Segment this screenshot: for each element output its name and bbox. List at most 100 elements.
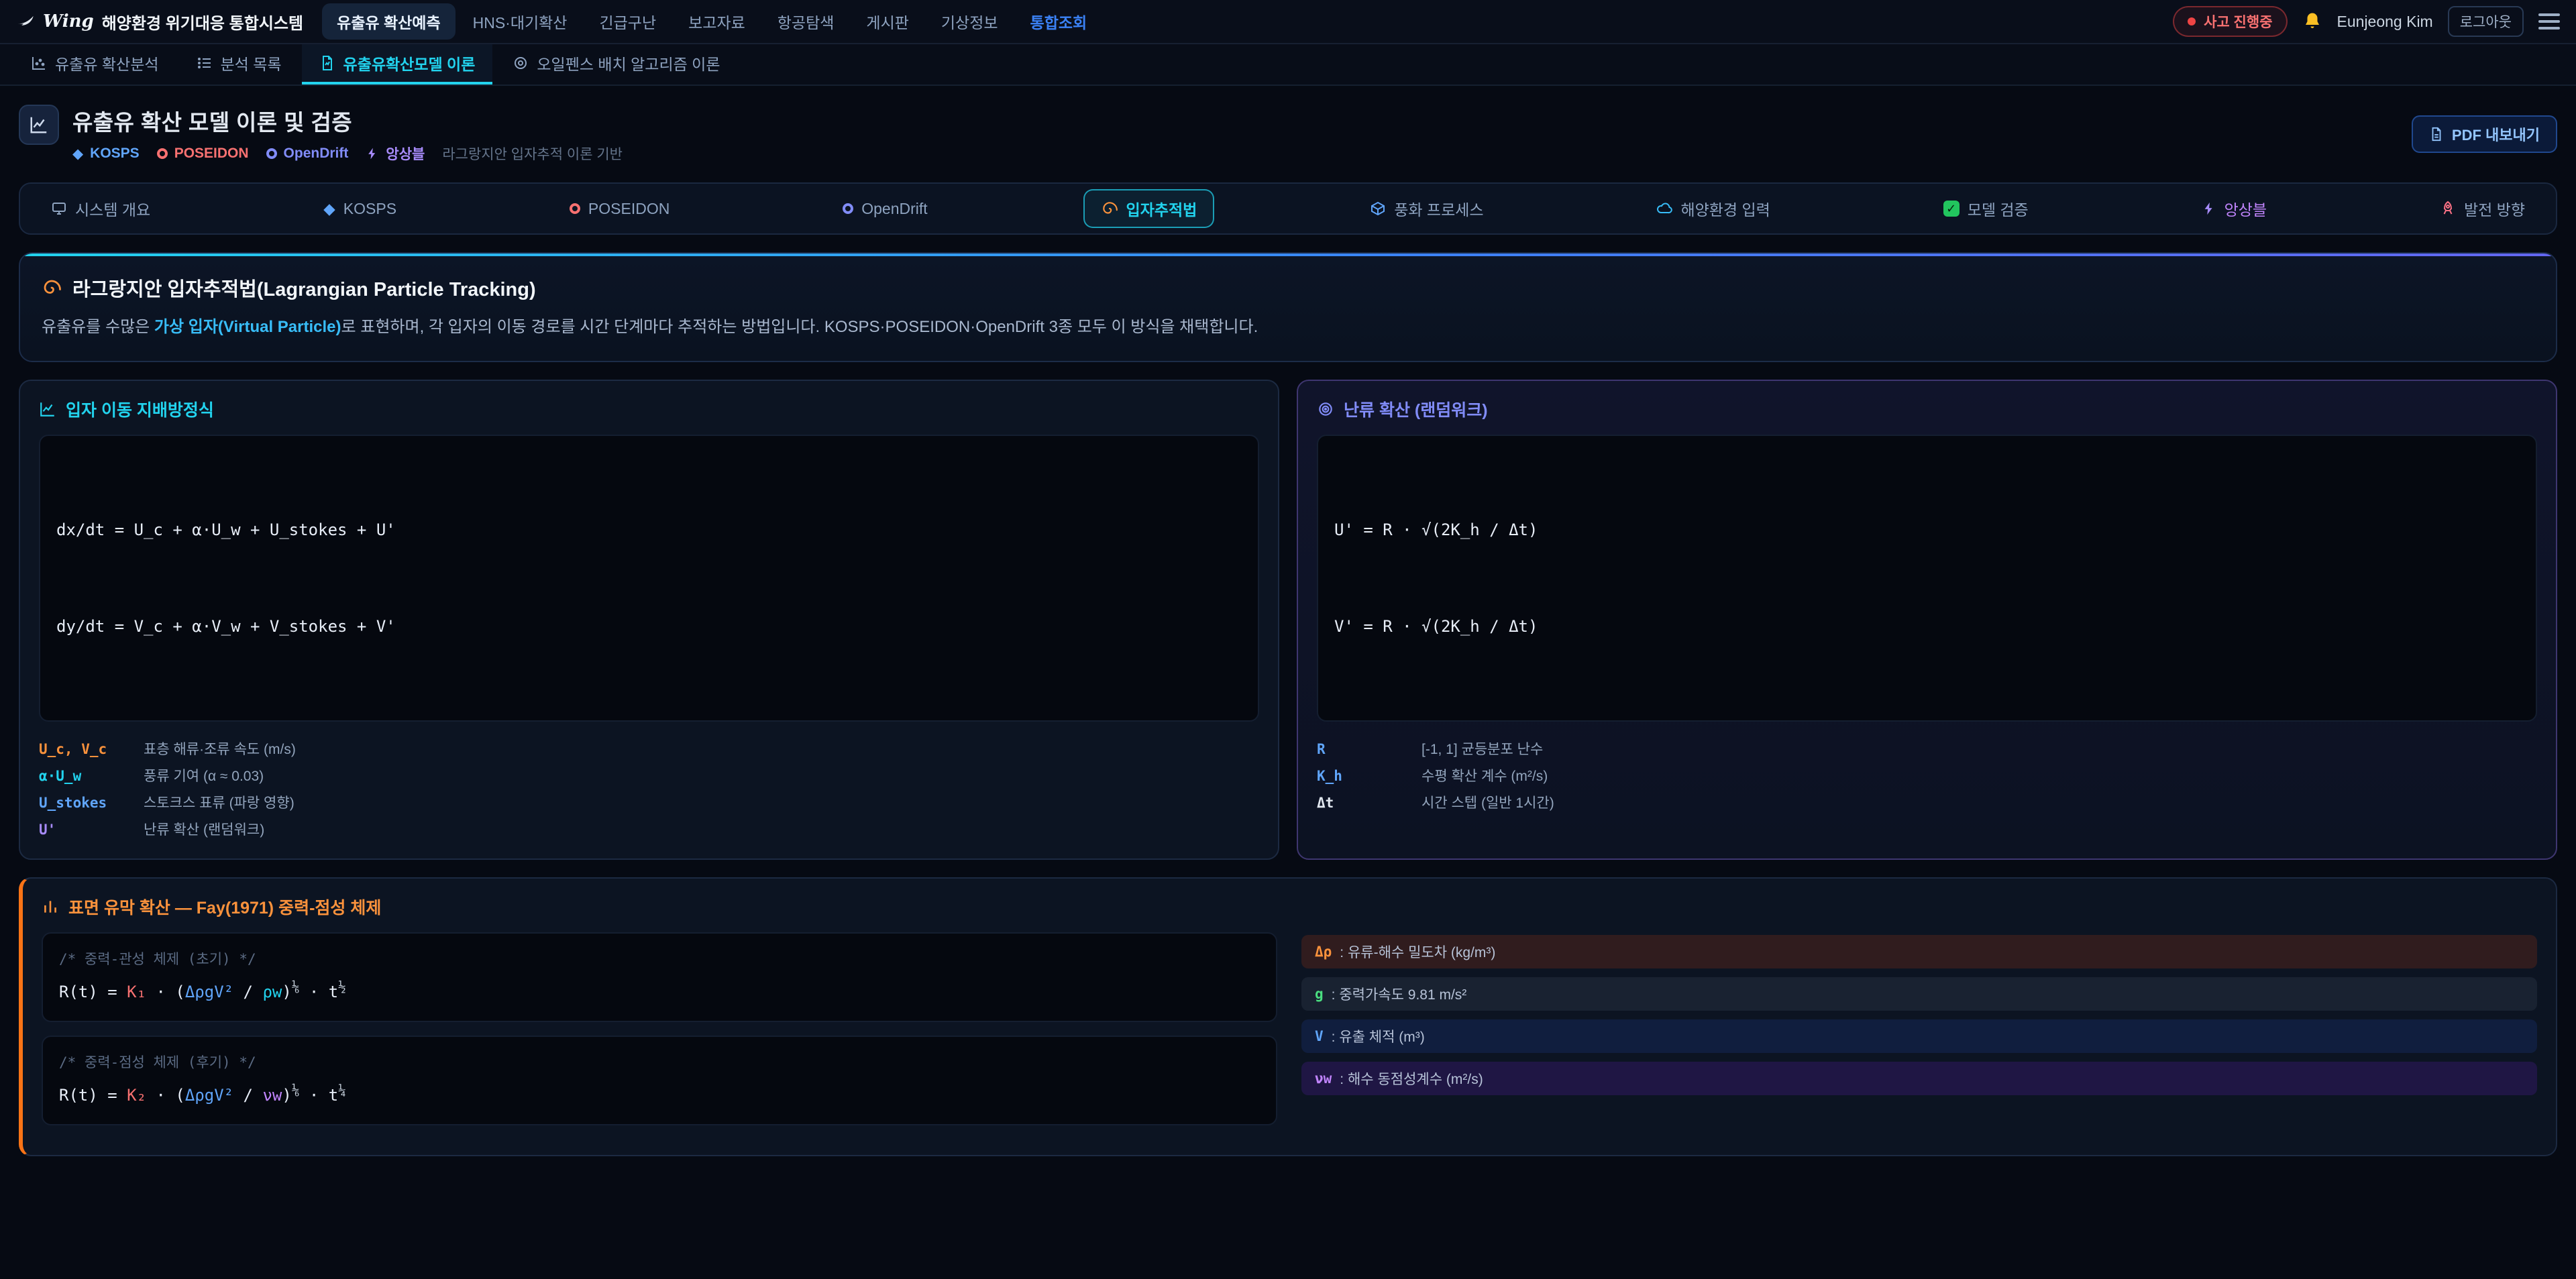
target-icon	[1317, 400, 1334, 418]
tab-label: 분석 목록	[221, 52, 282, 74]
legend-row: R [-1, 1] 균등분포 난수	[1317, 735, 2537, 762]
badge-opendrift: OpenDrift	[266, 146, 349, 162]
fay-formulas: /* 중력-관성 체제 (초기) */R(t) = K₁ · (ΔρgV² / …	[42, 932, 1277, 1139]
fay-code-block-viscous: /* 중력-점성 체제 (후기) */R(t) = K₂ · (ΔρgV² / …	[42, 1036, 1277, 1125]
ring-icon	[157, 148, 168, 159]
monitor-icon	[51, 201, 67, 217]
section-nav-model-validation[interactable]: 모델 검증	[1926, 189, 2046, 228]
tab-spill-analysis[interactable]: 유출유 확산분석	[13, 44, 176, 85]
badge-ensemble: 앙상블	[366, 144, 425, 164]
badge-poseidon: POSEIDON	[157, 146, 249, 162]
scatter-chart-icon	[31, 55, 47, 71]
legend-term: K_h	[1317, 768, 1405, 784]
app-logo[interactable]: Wing 해양환경 위기대응 통합시스템	[16, 10, 303, 34]
legend-term: U'	[39, 822, 127, 838]
code-comment: /* 중력-점성 체제 (후기) */	[59, 1050, 1260, 1076]
model-badge-row: KOSPS POSEIDON OpenDrift 앙상블 라그랑지안 입자추적 …	[72, 144, 623, 164]
badge-kosps: KOSPS	[72, 146, 140, 162]
legend-row: K_h 수평 확산 계수 (m²/s)	[1317, 762, 2537, 789]
code-line: dy/dt = V_c + α·V_w + V_stokes + V'	[56, 610, 1242, 643]
virtual-particle-highlight: 가상 입자(Virtual Particle)	[154, 318, 341, 336]
code-line: U' = R · √(2K_h / Δt)	[1334, 514, 2520, 546]
tab-oil-fence-algorithm-theory[interactable]: 오일펜스 배치 알고리즘 이론	[495, 44, 737, 85]
section-nav-future-direction[interactable]: 발전 방향	[2422, 189, 2542, 228]
random-walk-legend: R [-1, 1] 균등분포 난수 K_h 수평 확산 계수 (m²/s) Δt…	[1317, 735, 2537, 816]
main-nav: 유출유 확산예측 HNS·대기확산 긴급구난 보고자료 항공탐색 게시판 기상정…	[322, 3, 1102, 40]
check-icon	[1943, 201, 1960, 217]
legend-term: Δρ	[1315, 944, 1332, 960]
legend-term: Δt	[1317, 795, 1405, 811]
legend-desc: : 유류-해수 밀도차 (kg/m³)	[1340, 942, 1495, 962]
incident-status-label: 사고 진행중	[2204, 11, 2272, 32]
swirl-icon	[1101, 200, 1118, 217]
logo-text: 해양환경 위기대응 통합시스템	[102, 10, 303, 34]
random-walk-card: 난류 확산 (랜덤워크) U' = R · √(2K_h / Δt) V' = …	[1297, 380, 2557, 860]
fay-legend-row: Δρ : 유류-해수 밀도차 (kg/m³)	[1301, 935, 2537, 968]
legend-row: U' 난류 확산 (랜덤워크)	[39, 816, 1259, 842]
ring-icon	[266, 148, 277, 159]
nav-item-emergency-rescue[interactable]: 긴급구난	[584, 3, 671, 40]
section-nav-ocean-environment-input[interactable]: 해양환경 입력	[1639, 189, 1787, 228]
nav-item-integrated-search[interactable]: 통합조회	[1016, 3, 1102, 40]
nav-item-reports[interactable]: 보고자료	[674, 3, 760, 40]
nav-item-hns-atmospheric[interactable]: HNS·대기확산	[458, 3, 582, 40]
section-nav-ensemble[interactable]: 앙상블	[2184, 189, 2284, 228]
pdf-file-icon	[2429, 126, 2444, 142]
pdf-export-button[interactable]: PDF 내보내기	[2412, 115, 2557, 153]
section-nav-poseidon[interactable]: POSEIDON	[552, 192, 687, 226]
sub-tab-bar: 유출유 확산분석 분석 목록 유출유확산모델 이론 오일펜스 배치 알고리즘 이…	[0, 44, 2576, 86]
tab-diffusion-model-theory[interactable]: 유출유확산모델 이론	[302, 44, 493, 85]
swirl-icon	[42, 278, 62, 298]
fay-legend: Δρ : 유류-해수 밀도차 (kg/m³) g : 중력가속도 9.81 m/…	[1301, 932, 2537, 1139]
legend-row: U_stokes 스토크스 표류 (파랑 영향)	[39, 789, 1259, 816]
fay-code-block-inertia: /* 중력-관성 체제 (초기) */R(t) = K₁ · (ΔρgV² / …	[42, 932, 1277, 1022]
section-nav-system-overview[interactable]: 시스템 개요	[34, 189, 168, 228]
rocket-icon	[2440, 201, 2456, 217]
section-nav-kosps[interactable]: KOSPS	[306, 192, 414, 226]
header-caption: 라그랑지안 입자추적 이론 기반	[442, 144, 623, 164]
ring-icon	[570, 203, 580, 214]
incident-status-badge[interactable]: 사고 진행중	[2173, 6, 2287, 37]
hamburger-menu-icon[interactable]	[2538, 13, 2560, 30]
model-doc-icon	[319, 55, 335, 71]
legend-row: U_c, V_c 표층 해류·조류 속도 (m/s)	[39, 735, 1259, 762]
bar-chart-icon	[42, 898, 59, 915]
nav-item-oil-spill-prediction[interactable]: 유출유 확산예측	[322, 3, 455, 40]
legend-term: R	[1317, 741, 1405, 757]
intro-title: 라그랑지안 입자추적법(Lagrangian Particle Tracking…	[72, 274, 536, 302]
page-icon-tile	[19, 105, 59, 145]
fay-legend-row: g : 중력가속도 9.81 m/s²	[1301, 977, 2537, 1011]
legend-term: V	[1315, 1028, 1324, 1044]
governing-code-block: dx/dt = U_c + α·U_w + U_stokes + U' dy/d…	[39, 435, 1259, 722]
legend-desc: 풍류 기여 (α ≈ 0.03)	[144, 765, 264, 785]
tab-label: 유출유 확산분석	[55, 52, 159, 74]
main-content: 유출유 확산 모델 이론 및 검증 KOSPS POSEIDON OpenDri…	[0, 86, 2576, 1188]
nav-item-board[interactable]: 게시판	[851, 3, 923, 40]
section-nav-weathering-process[interactable]: 풍화 프로세스	[1352, 189, 1501, 228]
nav-item-aerial-search[interactable]: 항공탐색	[763, 3, 849, 40]
intro-title-row: 라그랑지안 입자추적법(Lagrangian Particle Tracking…	[42, 274, 2534, 302]
ring-icon	[843, 203, 853, 214]
section-nav-opendrift[interactable]: OpenDrift	[825, 192, 945, 226]
tab-analysis-list[interactable]: 분석 목록	[179, 44, 299, 85]
random-walk-code-block: U' = R · √(2K_h / Δt) V' = R · √(2K_h / …	[1317, 435, 2537, 722]
tab-label: 유출유확산모델 이론	[343, 52, 476, 74]
section-nav-particle-tracking[interactable]: 입자추적법	[1083, 189, 1215, 228]
legend-term: g	[1315, 986, 1324, 1002]
bell-icon[interactable]	[2302, 11, 2322, 32]
fay-title-row: 표면 유막 확산 — Fay(1971) 중력-점성 체제	[42, 895, 2537, 919]
logout-button[interactable]: 로그아웃	[2448, 6, 2524, 37]
legend-desc: 난류 확산 (랜덤워크)	[144, 819, 264, 839]
chart-line-icon	[39, 400, 56, 418]
fay-spreading-card: 표면 유막 확산 — Fay(1971) 중력-점성 체제 /* 중력-관성 체…	[19, 877, 2557, 1156]
legend-row: α·U_w 풍류 기여 (α ≈ 0.03)	[39, 762, 1259, 789]
bolt-icon	[366, 146, 379, 161]
legend-desc: [-1, 1] 균등분포 난수	[1421, 738, 1543, 759]
nav-item-weather-info[interactable]: 기상정보	[926, 3, 1013, 40]
fay-title: 표면 유막 확산 — Fay(1971) 중력-점성 체제	[68, 895, 381, 919]
fay-legend-row: νw : 해수 동점성계수 (m²/s)	[1301, 1062, 2537, 1095]
list-icon	[197, 55, 213, 71]
legend-row: Δt 시간 스텝 (일반 1시간)	[1317, 789, 2537, 816]
legend-desc: 수평 확산 계수 (m²/s)	[1421, 765, 1548, 785]
box-icon	[1370, 201, 1386, 217]
